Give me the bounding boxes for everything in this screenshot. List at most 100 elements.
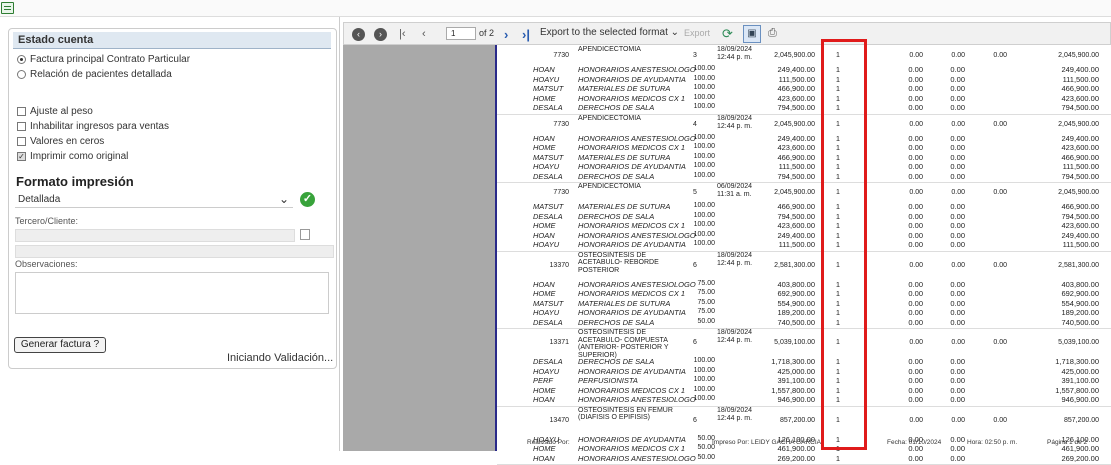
radio-relacion-pacientes[interactable]: Relación de pacientes detallada: [17, 69, 172, 80]
detail-tax: 0.00: [950, 211, 965, 221]
detail-description: MATERIALES DE SUTURA: [578, 152, 671, 162]
check-inhabilitar-ingresos[interactable]: Inhabilitar ingresos para ventas: [17, 121, 169, 132]
tercero-secondary-input[interactable]: [15, 245, 334, 258]
chevron-down-icon[interactable]: ⌄: [279, 192, 289, 206]
detail-tax: 0.00: [950, 65, 965, 74]
detail-value: 111,500.00: [778, 162, 815, 171]
radio-selected-icon[interactable]: [17, 55, 26, 64]
refresh-icon[interactable]: ⟳: [720, 26, 735, 41]
detail-total: 946,900.00: [1061, 395, 1099, 404]
detail-total: 423,600.00: [1061, 143, 1099, 152]
detail-row: HOAYU HONORARIOS DE AYUDANTIA 100.00 111,50…: [497, 162, 1111, 172]
back-icon[interactable]: ‹: [352, 27, 365, 41]
detail-tax: 0.00: [950, 279, 965, 289]
detail-tax: 0.00: [950, 143, 965, 152]
footer-fecha: Fecha: 01/10/2024: [887, 439, 942, 446]
detail-value: 425,000.00: [777, 366, 815, 376]
detail-total: 425,000.00: [1061, 366, 1099, 376]
detail-description: DERECHOS DE SALA: [578, 317, 655, 327]
detail-total: 794,500.00: [1061, 211, 1099, 221]
procedure-qty: 6: [693, 339, 697, 346]
detail-percentage: 100.00: [693, 385, 715, 393]
export-format-select[interactable]: Export to the selected format ⌄: [540, 27, 679, 38]
tercero-input[interactable]: [15, 229, 295, 242]
last-page-icon[interactable]: ›|: [522, 27, 530, 42]
checkbox-checked[interactable]: ✓: [17, 152, 26, 161]
page-input[interactable]: 1: [446, 27, 476, 40]
checkbox[interactable]: [17, 137, 26, 146]
radio-unselected-icon[interactable]: [17, 70, 26, 79]
chevron-down-icon[interactable]: ⌄: [671, 27, 679, 38]
detail-percentage: 100.00: [693, 395, 715, 402]
check-imprimir-original[interactable]: ✓ Imprimir como original: [17, 151, 128, 162]
next-page-icon[interactable]: ›: [504, 27, 508, 42]
check-ajuste-peso[interactable]: Ajuste al peso: [17, 106, 93, 117]
report-view-icon[interactable]: ▣: [743, 25, 761, 43]
detail-description: HONORARIOS MEDICOS CX 1: [578, 143, 686, 152]
detail-description: HONORARIOS DE AYUDANTIA: [578, 434, 686, 444]
detail-description: HONORARIOS MEDICOS CX 1: [578, 385, 686, 395]
print-icon[interactable]: ⎙: [768, 27, 777, 40]
check-valores-ceros[interactable]: Valores en ceros: [17, 136, 104, 147]
detail-row: HOAYU HONORARIOS DE AYUDANTIA 75.00 189,200…: [497, 308, 1111, 318]
detail-percentage: 100.00: [693, 171, 715, 179]
detail-code: DESALA: [533, 103, 563, 112]
detail-value: 403,800.00: [777, 279, 815, 289]
checkbox[interactable]: [17, 122, 26, 131]
detail-tax: 0.00: [950, 133, 965, 143]
checkmark-icon[interactable]: ✓: [300, 192, 315, 207]
observaciones-textarea[interactable]: [15, 272, 329, 314]
detail-row: DESALA DERECHOS DE SALA 50.00 740,500.00 1 0.…: [497, 318, 1111, 328]
format-selected-value: Detallada: [18, 194, 61, 205]
lookup-icon[interactable]: [300, 229, 310, 240]
export-button[interactable]: Export: [684, 28, 710, 38]
detail-tax: 0.00: [950, 84, 965, 93]
detail-row: MATSUT MATERIALES DE SUTURA 100.00 466,900.…: [497, 84, 1111, 94]
detail-code: DESALA: [533, 317, 563, 327]
procedure-header-row: 13370 OSTEOSINTESIS DE ACETABULO- REBORDE…: [497, 252, 1111, 280]
detail-code: HOME: [533, 221, 556, 230]
first-page-icon[interactable]: |‹: [399, 27, 406, 41]
procedure-qty: 5: [693, 189, 697, 196]
report-viewer[interactable]: 7730 APENDICECTOMIA 3 18/09/2024 12:44 p. m.…: [343, 39, 1111, 465]
detail-tax: 0.00: [950, 289, 965, 298]
generar-factura-button[interactable]: Generar factura ?: [14, 337, 106, 353]
procedure-code: 13371: [549, 339, 569, 346]
procedure-other: 0.00: [993, 52, 1007, 59]
detail-percentage: 50.00: [697, 434, 715, 442]
checkbox[interactable]: [17, 107, 26, 116]
forward-icon[interactable]: ›: [374, 27, 387, 41]
format-select[interactable]: Detallada ⌄: [15, 192, 293, 208]
detail-code: HOAN: [533, 65, 555, 74]
detail-row: PERF PERFUSIONISTA 100.00 391,100.00 1 0.00 0.…: [497, 376, 1111, 386]
detail-total: 391,100.00: [1061, 376, 1099, 385]
detail-tax: 0.00: [950, 240, 965, 249]
detail-tax: 0.00: [950, 453, 965, 463]
footer-realizado: Realizado Por:: [527, 439, 570, 446]
report-page: 7730 APENDICECTOMIA 3 18/09/2024 12:44 p. m.…: [495, 39, 1111, 465]
detail-value: 391,100.00: [777, 376, 815, 385]
detail-percentage: 100.00: [693, 152, 715, 160]
detail-percentage: 75.00: [697, 298, 715, 306]
detail-row: DESALA DERECHOS DE SALA 100.00 794,500.00 1 0…: [497, 212, 1111, 222]
procedure-total: 2,045,900.00: [1058, 52, 1099, 59]
document-icon[interactable]: [1, 2, 14, 14]
detail-code: MATSUT: [533, 298, 564, 308]
detail-description: HONORARIOS MEDICOS CX 1: [578, 444, 686, 453]
detail-value: 740,500.00: [777, 317, 815, 327]
detail-value: 249,400.00: [777, 133, 815, 143]
detail-value: 269,200.00: [777, 453, 815, 463]
previous-page-icon[interactable]: ‹: [422, 27, 426, 41]
detail-code: HOME: [533, 93, 556, 103]
detail-total: 794,500.00: [1061, 171, 1099, 181]
detail-total: 403,800.00: [1061, 279, 1099, 289]
procedure-qty: 6: [693, 261, 697, 269]
detail-tax: 0.00: [950, 317, 965, 327]
radio-factura-principal[interactable]: Factura principal Contrato Particular: [17, 54, 190, 65]
procedure-value: 5,039,100.00: [774, 339, 815, 346]
report-toolbar: ‹ › |‹ ‹ 1 of 2 › ›| Export to the selec…: [343, 22, 1111, 45]
detail-percentage: 100.00: [693, 211, 715, 219]
top-bar: [0, 0, 1111, 17]
detail-total: 554,900.00: [1061, 298, 1099, 308]
procedure-header-row: 7730 APENDICECTOMIA 5 06/09/2024 11:31 a. m.…: [497, 183, 1111, 202]
